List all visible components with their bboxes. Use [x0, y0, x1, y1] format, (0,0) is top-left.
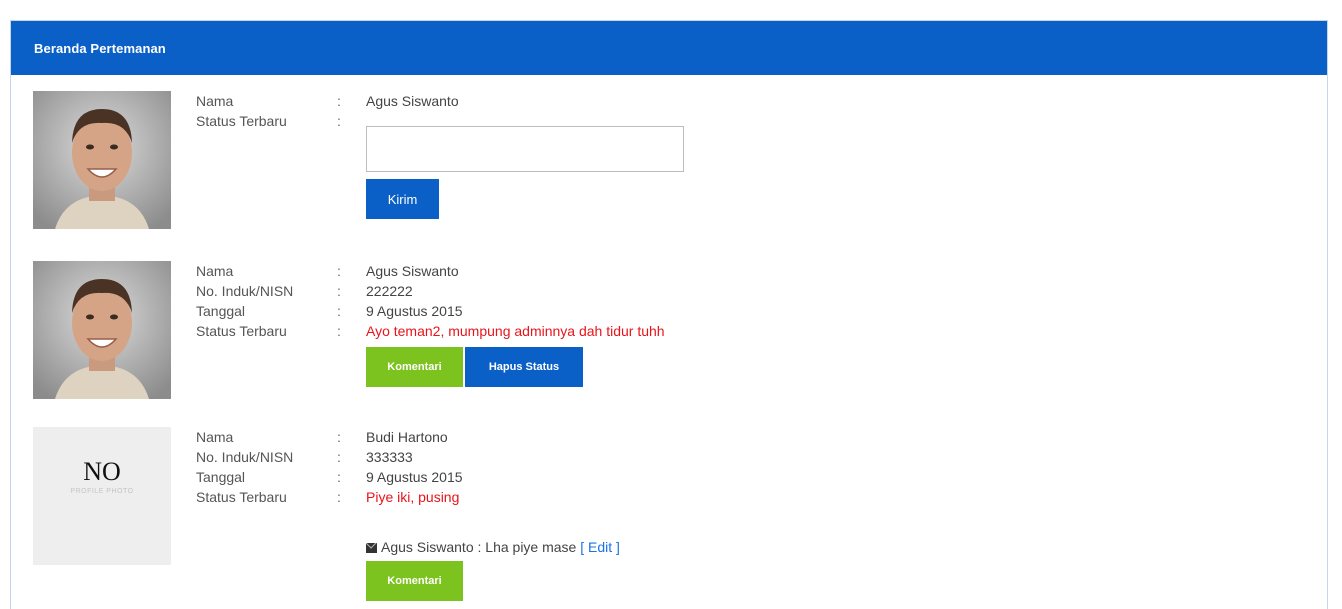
name-value: Agus Siswanto [366, 93, 459, 109]
status-text: Piye iki, pusing [366, 489, 460, 505]
comment-button[interactable]: Komentari [366, 347, 463, 387]
name-value: Agus Siswanto [366, 263, 459, 279]
separator: : [337, 469, 341, 485]
comment-author: Agus Siswanto [381, 539, 474, 555]
name-value: Budi Hartono [366, 429, 448, 445]
friends-panel: Beranda Pertemanan Nama: Agus Siswanto … [10, 20, 1328, 609]
separator: : [337, 93, 341, 109]
separator: : [337, 429, 341, 445]
comment-button[interactable]: Komentari [366, 561, 463, 601]
name-label: Nama [196, 93, 234, 109]
separator: : [337, 489, 341, 505]
date-value: 9 Agustus 2015 [366, 303, 463, 319]
nisn-value: 222222 [366, 283, 413, 299]
comment-text: : Lha piye mase [477, 539, 577, 555]
status-text: Ayo teman2, mumpung adminnya dah tidur t… [366, 323, 665, 339]
separator: : [337, 303, 341, 319]
date-label: Tanggal [196, 469, 246, 485]
panel-header: Beranda Pertemanan [11, 21, 1327, 75]
nisn-label: No. Induk/NISN [196, 449, 294, 465]
status-input[interactable] [366, 126, 684, 172]
separator: : [337, 113, 341, 129]
name-label: Nama [196, 429, 234, 445]
nisn-label: No. Induk/NISN [196, 283, 294, 299]
no-photo-title: NO [83, 457, 121, 486]
separator: : [337, 323, 341, 339]
date-label: Tanggal [196, 303, 246, 319]
no-photo-placeholder: NO PROFILE PHOTO [33, 427, 171, 565]
status-label: Status Terbaru [196, 113, 287, 129]
name-label: Nama [196, 263, 234, 279]
delete-status-button[interactable]: Hapus Status [465, 347, 583, 387]
no-photo-subtitle: PROFILE PHOTO [70, 488, 134, 495]
separator: : [337, 263, 341, 279]
separator: : [337, 449, 341, 465]
separator: : [337, 283, 341, 299]
nisn-value: 333333 [366, 449, 413, 465]
status-label: Status Terbaru [196, 489, 287, 505]
send-button[interactable]: Kirim [366, 179, 439, 219]
avatar [33, 261, 171, 399]
avatar [33, 91, 171, 229]
comment-item: Agus Siswanto : Lha piye mase [ Edit ] [366, 537, 620, 557]
edit-comment-link[interactable]: [ Edit ] [580, 539, 620, 555]
date-value: 9 Agustus 2015 [366, 469, 463, 485]
status-label: Status Terbaru [196, 323, 287, 339]
panel-title: Beranda Pertemanan [34, 40, 166, 56]
mail-icon [366, 543, 377, 553]
